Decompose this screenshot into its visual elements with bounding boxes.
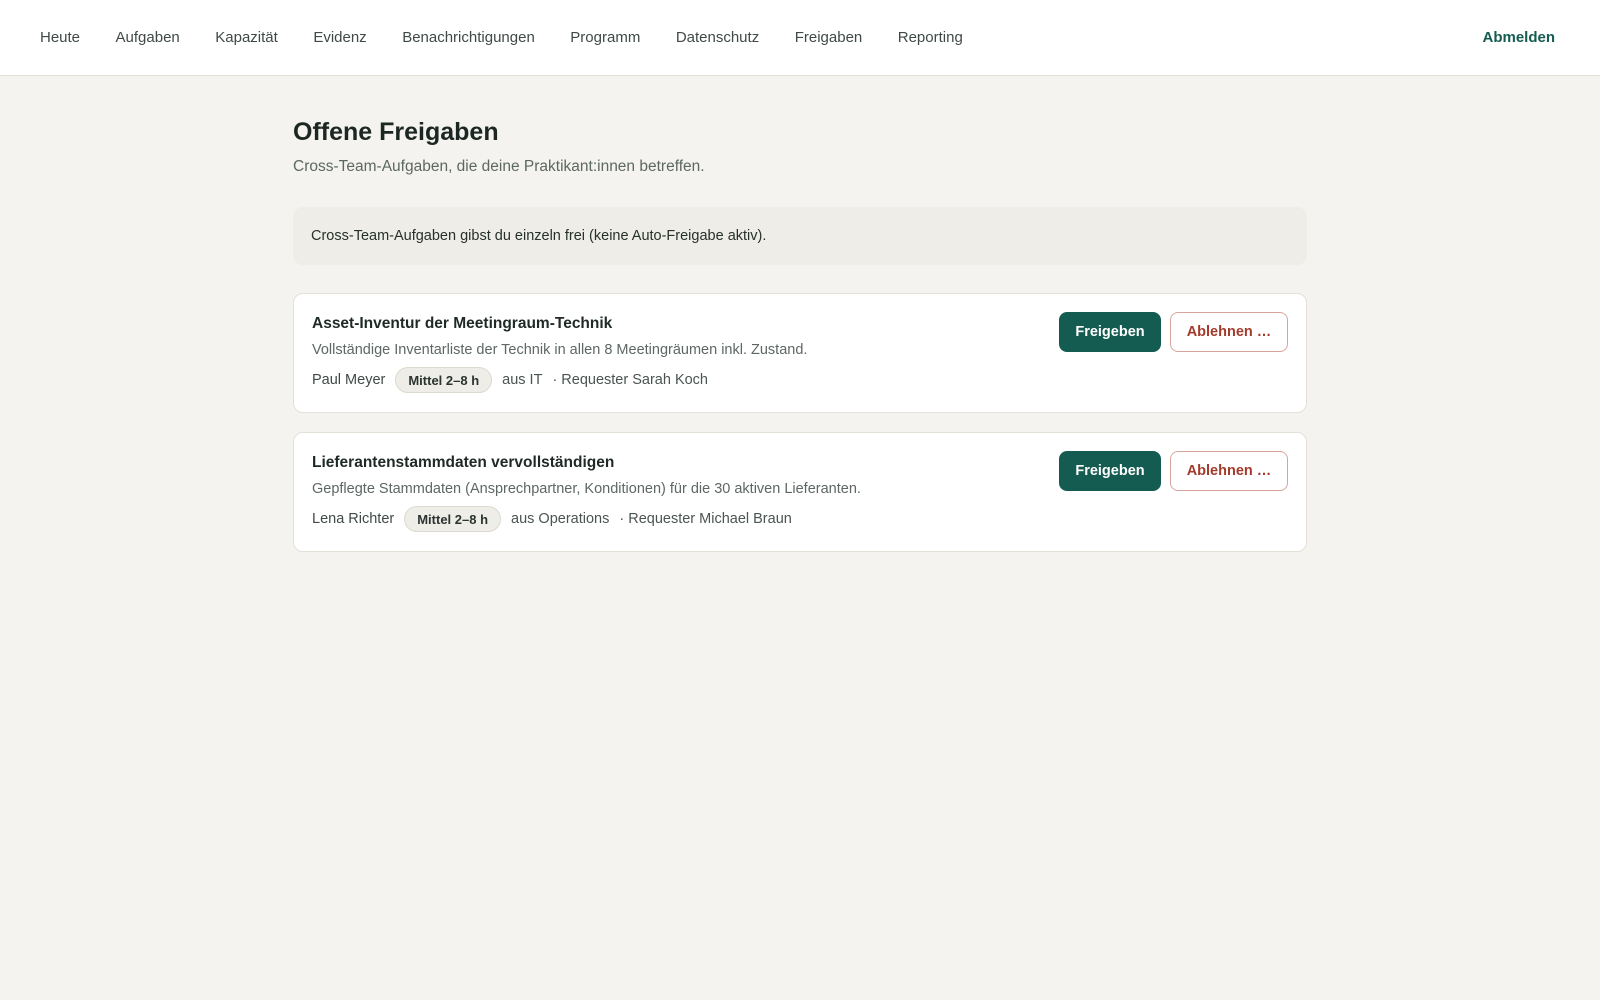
- effort-badge: Mittel 2–8 h: [395, 367, 493, 393]
- nav-item-freigaben[interactable]: Freigaben: [795, 28, 863, 48]
- nav-links: Heute Aufgaben Kapazität Evidenz Benachr…: [40, 0, 998, 76]
- department-label: aus Operations: [511, 511, 610, 527]
- card-title: Lieferantenstammdaten vervollständigen: [312, 454, 615, 471]
- requester-label: · Requester Sarah Koch: [552, 372, 708, 388]
- page-title: Offene Freigaben: [293, 118, 499, 146]
- info-notice: Cross-Team-Aufgaben gibst du einzeln fre…: [293, 207, 1307, 265]
- nav-item-programm[interactable]: Programm: [570, 28, 640, 48]
- card-description: Vollständige Inventarliste der Technik i…: [312, 342, 808, 358]
- approval-card: Lieferantenstammdaten vervollständigen G…: [293, 432, 1307, 552]
- card-meta: Paul Meyer Mittel 2–8 h aus IT · Request…: [312, 367, 708, 393]
- page-subtitle: Cross-Team-Aufgaben, die deine Praktikan…: [293, 158, 705, 175]
- department-label: aus IT: [502, 372, 543, 388]
- nav-item-kapazitaet[interactable]: Kapazität: [215, 28, 278, 48]
- card-title: Asset-Inventur der Meetingraum-Technik: [312, 315, 613, 332]
- approval-card: Asset-Inventur der Meetingraum-Technik V…: [293, 293, 1307, 413]
- nav-item-aufgaben[interactable]: Aufgaben: [116, 28, 180, 48]
- reject-button[interactable]: Ablehnen …: [1170, 312, 1288, 352]
- nav-item-datenschutz[interactable]: Datenschutz: [676, 28, 759, 48]
- nav-item-heute[interactable]: Heute: [40, 28, 80, 48]
- logout-link[interactable]: Abmelden: [1482, 28, 1555, 48]
- card-description: Gepflegte Stammdaten (Ansprechpartner, K…: [312, 481, 861, 497]
- info-notice-text: Cross-Team-Aufgaben gibst du einzeln fre…: [311, 228, 767, 244]
- nav-item-evidenz[interactable]: Evidenz: [313, 28, 366, 48]
- nav-item-reporting[interactable]: Reporting: [898, 28, 963, 48]
- effort-badge: Mittel 2–8 h: [404, 506, 502, 532]
- reject-button[interactable]: Ablehnen …: [1170, 451, 1288, 491]
- intern-name: Paul Meyer: [312, 372, 386, 388]
- approve-button[interactable]: Freigeben: [1059, 312, 1161, 352]
- nav-item-benachrichtigungen[interactable]: Benachrichtigungen: [402, 28, 535, 48]
- card-meta: Lena Richter Mittel 2–8 h aus Operations…: [312, 506, 792, 532]
- intern-name: Lena Richter: [312, 511, 395, 527]
- requester-label: · Requester Michael Braun: [619, 511, 792, 527]
- top-navigation: Heute Aufgaben Kapazität Evidenz Benachr…: [0, 0, 1600, 76]
- approve-button[interactable]: Freigeben: [1059, 451, 1161, 491]
- main-content: Offene Freigaben Cross-Team-Aufgaben, di…: [293, 115, 1307, 552]
